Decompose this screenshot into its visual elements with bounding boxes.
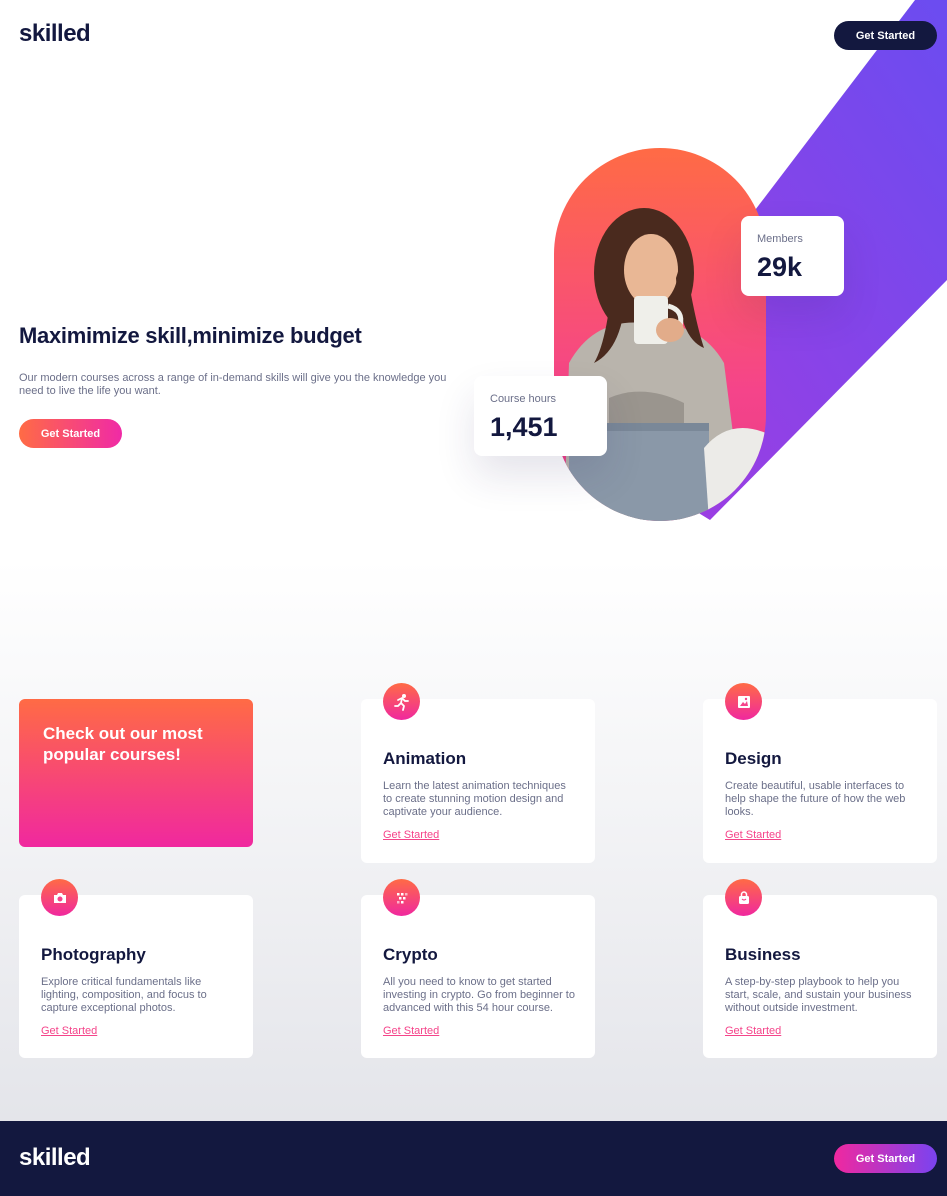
course-card-photography: Photography Explore critical fundamental… — [19, 879, 253, 1058]
course-get-started-link[interactable]: Get Started — [383, 829, 439, 841]
course-description: Explore critical fundamentals like light… — [41, 976, 207, 1014]
course-title: Photography — [41, 945, 146, 964]
course-get-started-link[interactable]: Get Started — [725, 829, 781, 841]
hero-image — [554, 148, 766, 521]
members-stat-card: Members 29k — [741, 216, 844, 296]
course-hours-label: Course hours — [490, 393, 557, 405]
hero-description: Our modern courses across a range of in-… — [19, 372, 447, 397]
course-title: Business — [725, 945, 801, 964]
camera-icon — [41, 879, 78, 916]
promo-text: Check out our most popular courses! — [43, 724, 203, 764]
course-description: All you need to know to get started inve… — [383, 976, 575, 1014]
footer-logo[interactable]: skilled — [19, 1144, 91, 1172]
header-get-started-button[interactable]: Get Started — [834, 21, 937, 50]
image-frame-icon — [725, 683, 762, 720]
footer-get-started-button[interactable]: Get Started — [834, 1144, 937, 1173]
course-get-started-link[interactable]: Get Started — [41, 1025, 97, 1037]
members-label: Members — [757, 233, 803, 245]
course-card-design: Design Create beautiful, usable interfac… — [703, 683, 937, 863]
hero-get-started-button[interactable]: Get Started — [19, 419, 122, 448]
running-figure-icon — [383, 683, 420, 720]
course-title: Design — [725, 749, 782, 768]
course-hours-value: 1,451 — [490, 412, 558, 442]
course-card-business: Business A step-by-step playbook to help… — [703, 879, 937, 1058]
course-description: A step-by-step playbook to help you star… — [725, 976, 912, 1014]
crypto-grid-icon — [383, 879, 420, 916]
course-title: Animation — [383, 749, 467, 768]
course-description: Create beautiful, usable interfaces to h… — [725, 780, 906, 818]
course-card-animation: Animation Learn the latest animation tec… — [361, 683, 595, 863]
logo[interactable]: skilled — [19, 20, 91, 48]
course-description: Learn the latest animation techniques to… — [383, 780, 566, 818]
course-title: Crypto — [383, 945, 438, 964]
course-hours-stat-card: Course hours 1,451 — [474, 376, 607, 456]
course-get-started-link[interactable]: Get Started — [725, 1025, 781, 1037]
shopping-bag-icon — [725, 879, 762, 916]
course-card-crypto: Crypto All you need to know to get start… — [361, 879, 595, 1058]
course-get-started-link[interactable]: Get Started — [383, 1025, 439, 1037]
popular-courses-promo: Check out our most popular courses! — [19, 699, 253, 847]
hero-title: Maximimize skill,minimize budget — [19, 323, 362, 348]
footer — [0, 1121, 947, 1196]
members-value: 29k — [757, 252, 803, 282]
